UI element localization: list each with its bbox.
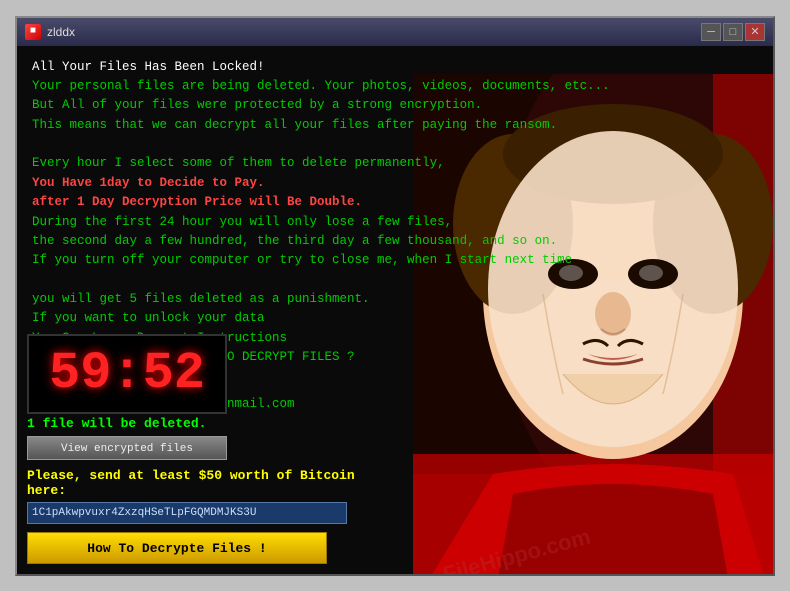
timer-display: 59:52	[49, 344, 205, 403]
maximize-button[interactable]: □	[723, 23, 743, 41]
title-bar-left: ■ zlddx	[25, 24, 75, 40]
delete-warning: 1 file will be deleted.	[27, 416, 397, 431]
msg-line14: If you want to unlock your data	[32, 309, 758, 328]
decrypt-button[interactable]: How To Decrypte Files !	[27, 532, 327, 564]
msg-line10: the second day a few hundred, the third …	[32, 232, 758, 251]
title-bar: ■ zlddx ─ □ ✕	[17, 18, 773, 46]
msg-line3: But All of your files were protected by …	[32, 96, 758, 115]
app-icon: ■	[25, 24, 41, 40]
view-encrypted-button[interactable]: View encrypted files	[27, 436, 227, 460]
close-button[interactable]: ✕	[745, 23, 765, 41]
msg-line13: you will get 5 files deleted as a punish…	[32, 290, 758, 309]
bitcoin-label: Please, send at least $50 worth of Bitco…	[27, 468, 397, 498]
minimize-button[interactable]: ─	[701, 23, 721, 41]
main-window: ■ zlddx ─ □ ✕	[15, 16, 775, 576]
msg-line7: You Have 1day to Decide to Pay.	[32, 174, 758, 193]
countdown-timer: 59:52	[27, 334, 227, 414]
bottom-section: 1 file will be deleted. View encrypted f…	[17, 410, 407, 574]
msg-line4: This means that we can decrypt all your …	[32, 116, 758, 135]
msg-line8: after 1 Day Decryption Price will Be Dou…	[32, 193, 758, 212]
headline: All Your Files Has Been Locked!	[32, 58, 758, 77]
msg-line2: Your personal files are being deleted. Y…	[32, 77, 758, 96]
bitcoin-address-field[interactable]	[27, 502, 347, 524]
window-title: zlddx	[47, 25, 75, 39]
msg-line11: If you turn off your computer or try to …	[32, 251, 758, 270]
msg-line9: During the first 24 hour you will only l…	[32, 213, 758, 232]
window-controls: ─ □ ✕	[701, 23, 765, 41]
content-area: FileHippo.com All Your Files Has Been Lo…	[17, 46, 773, 574]
msg-line6: Every hour I select some of them to dele…	[32, 154, 758, 173]
